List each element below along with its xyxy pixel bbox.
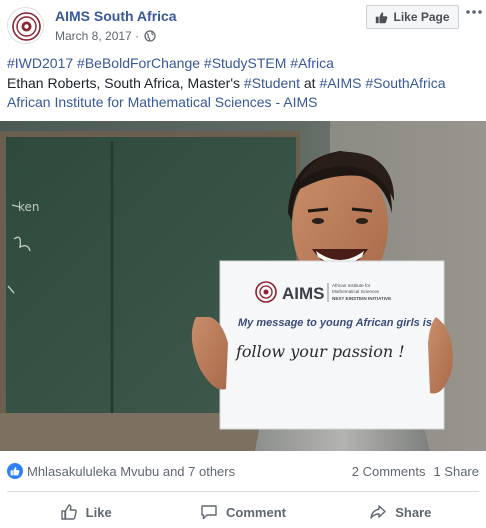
engagement-counts: 2 Comments 1 Share: [352, 460, 479, 482]
post-actions-bar: Like Comment Share: [7, 496, 479, 528]
post-line-2: Ethan Roberts, South Africa, Master's #S…: [7, 74, 482, 94]
post-timestamp[interactable]: March 8, 2017 ·: [55, 29, 157, 43]
sign-message: My message to young African girls is...: [238, 317, 441, 329]
actions-divider: [7, 491, 479, 492]
share-button-label: Share: [395, 504, 432, 520]
comment-button[interactable]: Comment: [164, 496, 321, 528]
hashtag-link[interactable]: #SouthAfrica: [365, 75, 445, 91]
post-photo[interactable]: ken AIMS African Institute for Mathemati…: [0, 121, 486, 451]
chalk-scribble: ken: [18, 200, 40, 214]
student-holding-sign-photo: ken AIMS African Institute for Mathemati…: [0, 121, 486, 451]
post-message: #IWD2017 #BeBoldForChange #StudySTEM #Af…: [7, 54, 482, 113]
comments-count-link[interactable]: 2 Comments: [352, 464, 426, 479]
thumbs-up-icon: [376, 11, 388, 23]
hashtag-link[interactable]: #IWD2017: [7, 55, 73, 71]
ellipsis-icon: [466, 10, 482, 14]
sign-aims-text: AIMS: [282, 284, 325, 303]
hashtag-link[interactable]: #AIMS: [319, 75, 361, 91]
page-avatar[interactable]: [7, 7, 44, 44]
hashtag-link[interactable]: African Institute for Mathematical Scien…: [7, 94, 317, 110]
globe-icon: [144, 30, 157, 42]
post-date-text: March 8, 2017: [55, 29, 132, 43]
hashtag-link[interactable]: #BeBoldForChange: [77, 55, 200, 71]
post-text-segment: at: [299, 74, 320, 91]
share-button[interactable]: Share: [322, 496, 479, 528]
comment-button-label: Comment: [226, 504, 286, 520]
like-reaction-icon: [7, 463, 23, 479]
sign-logo-sub1: African Institute for: [332, 283, 371, 288]
aims-logo-icon: [9, 9, 43, 43]
reactors-text: Mhlasakululeka Mvubu and 7 others: [27, 463, 236, 479]
hashtag-link[interactable]: #StudySTEM: [204, 55, 286, 71]
hashtag-link[interactable]: #Student: [244, 75, 300, 91]
like-button[interactable]: Like: [7, 496, 164, 528]
share-arrow-icon: [370, 505, 386, 519]
like-button-label: Like: [85, 504, 112, 520]
post-line-1: #IWD2017 #BeBoldForChange #StudySTEM #Af…: [7, 54, 482, 74]
post-text-segment: Ethan Roberts, South Africa, Master's: [7, 74, 244, 91]
hashtag-link[interactable]: #Africa: [290, 55, 334, 71]
post-line-3: African Institute for Mathematical Scien…: [7, 93, 482, 113]
sign-logo-sub3: NEXT EINSTEIN INITIATIVE: [332, 296, 391, 301]
sign-handwriting: follow your passion !: [235, 342, 405, 361]
post-header: AIMS South Africa March 8, 2017 · Like P…: [0, 0, 486, 48]
sign-logo-sub2: Mathematical Sciences: [332, 289, 380, 294]
like-page-label: Like Page: [393, 10, 450, 24]
reactions-summary[interactable]: Mhlasakululeka Mvubu and 7 others: [7, 460, 235, 482]
more-options-button[interactable]: [465, 2, 483, 22]
like-page-button[interactable]: Like Page: [366, 5, 459, 29]
page-name-link[interactable]: AIMS South Africa: [55, 8, 177, 24]
comment-bubble-icon: [201, 505, 217, 520]
date-separator: ·: [135, 29, 140, 43]
shares-count-link[interactable]: 1 Share: [433, 464, 479, 479]
thumbs-up-outline-icon: [60, 504, 77, 520]
